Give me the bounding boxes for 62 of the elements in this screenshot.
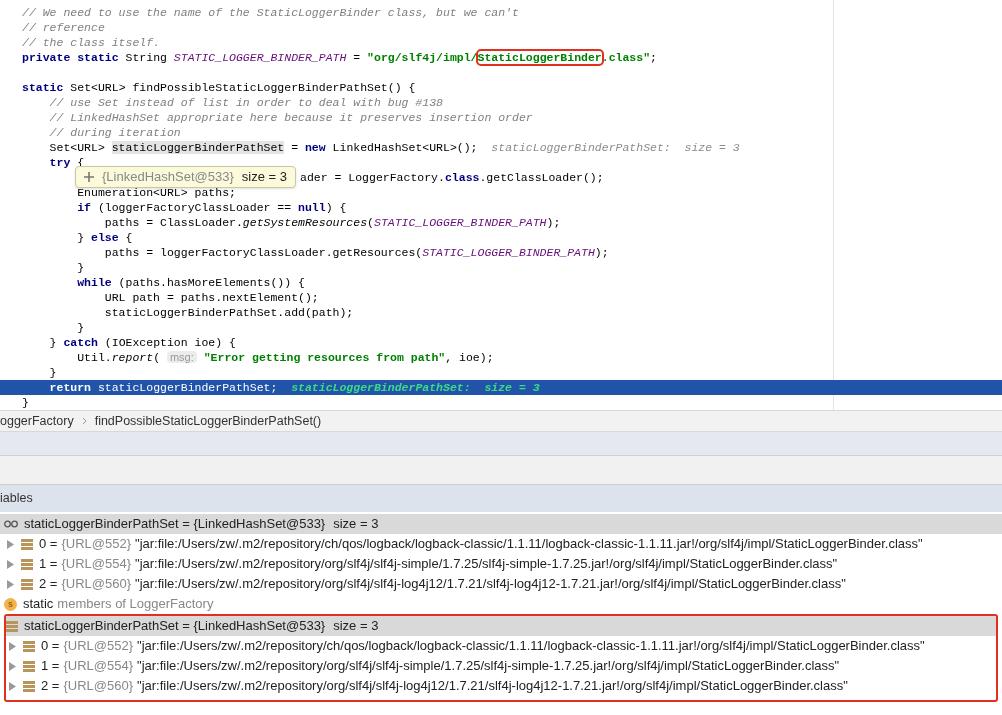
- variable-label: 1 = {URL@554} "jar:file:/Users/zw/.m2/repository/org/slf4j/slf4j-simple/1.7.25/slf4j-simple-1.7.25.jar!/org/slf4j/impl/StaticLoggerBinder.class": [39, 555, 838, 574]
- tree-row[interactable]: 1 = {URL@554} "jar:file:/Users/zw/.m2/repository/org/slf4j/slf4j-simple/1.7.25/slf4j-simple-1.7.25.jar!/org/slf4j/impl/StaticLoggerBinder.class": [6, 656, 996, 676]
- list-icon: [23, 640, 35, 652]
- code-line: paths = ClassLoader.getSystemResources(STATIC_LOGGER_BINDER_PATH);: [103, 215, 562, 230]
- chevron-icon: [81, 417, 87, 425]
- code-line: }: [48, 365, 58, 380]
- code-line: } catch (IOException ioe) {: [48, 335, 237, 350]
- static-icon: s: [4, 597, 17, 611]
- variable-label: 2 = {URL@560} "jar:file:/Users/zw/.m2/repository/org/slf4j/slf4j-log4j12/1.7.21/slf4j-log4j12-1.7.21.jar!/org/slf4j/impl/StaticLoggerBinder.class": [41, 677, 848, 696]
- list-icon: [23, 680, 35, 692]
- code-line: while (paths.hasMoreElements()) {: [76, 275, 306, 290]
- variable-label: staticLoggerBinderPathSet = {LinkedHashSet@533} size = 3: [24, 515, 379, 534]
- expand-arrow-icon[interactable]: [8, 681, 17, 691]
- code-line: // LinkedHashSet appropriate here because it preserves insertion order: [48, 110, 534, 125]
- tooltip-text: {LinkedHashSet@533} size = 3: [102, 168, 287, 187]
- code-line: staticLoggerBinderPathSet.add(path);: [103, 305, 355, 320]
- list-icon: [21, 538, 33, 550]
- code-line: // the class itself.: [21, 35, 162, 50]
- code-line: } else {: [76, 230, 134, 245]
- tree-row[interactable]: 0 = {URL@552} "jar:file:/Users/zw/.m2/repository/ch/qos/logback/logback-classic/1.1.11/logback-classic-1.1.11.jar!/org/slf4j/impl/StaticLoggerBinder.class": [0, 534, 1002, 554]
- code-line: // reference: [21, 20, 106, 35]
- code-line: static Set<URL> findPossibleStaticLoggerBinderPathSet() {: [21, 80, 417, 95]
- expand-arrow-icon[interactable]: [8, 661, 17, 671]
- list-icon: [21, 578, 33, 590]
- plus-icon[interactable]: [84, 172, 94, 182]
- code-line: // use Set instead of list in order to deal with bug #138: [48, 95, 444, 110]
- code-line: Set<URL> staticLoggerBinderPathSet = new LinkedHashSet<URL>(); staticLoggerBinderPathSet: size = 3: [48, 140, 741, 155]
- variable-label: staticLoggerBinderPathSet = {LinkedHashSet@533} size = 3: [24, 617, 379, 636]
- code-line: // during iteration: [48, 125, 182, 140]
- variable-label: 0 = {URL@552} "jar:file:/Users/zw/.m2/repository/ch/qos/logback/logback-classic/1.1.11/logback-classic-1.1.11.jar!/org/slf4j/impl/StaticLoggerBinder.class": [41, 637, 925, 656]
- expand-arrow-icon[interactable]: [6, 539, 15, 549]
- variable-label: 1 = {URL@554} "jar:file:/Users/zw/.m2/repository/org/slf4j/slf4j-simple/1.7.25/slf4j-simple-1.7.25.jar!/org/slf4j/impl/StaticLoggerBinder.class": [41, 657, 840, 676]
- variable-label: 0 = {URL@552} "jar:file:/Users/zw/.m2/repository/ch/qos/logback/logback-classic/1.1.11/logback-classic-1.1.11.jar!/org/slf4j/impl/StaticLoggerBinder.class": [39, 535, 923, 554]
- variable-label: static members of LoggerFactory: [23, 595, 214, 614]
- code-line: }: [76, 260, 86, 275]
- variable-label: 2 = {URL@560} "jar:file:/Users/zw/.m2/repository/org/slf4j/slf4j-log4j12/1.7.21/slf4j-log4j12-1.7.21.jar!/org/slf4j/impl/StaticLoggerBinder.class": [39, 575, 846, 594]
- tree-row[interactable]: 2 = {URL@560} "jar:file:/Users/zw/.m2/repository/org/slf4j/slf4j-log4j12/1.7.21/slf4j-log4j12-1.7.21.jar!/org/slf4j/impl/StaticLoggerBinder.class": [0, 574, 1002, 594]
- code-line: }: [21, 395, 30, 410]
- list-icon: [6, 620, 18, 632]
- code-line: Enumeration<URL> paths;: [76, 185, 237, 200]
- code-line: // We need to use the name of the StaticLoggerBinder class, but we can't: [21, 5, 520, 20]
- code-line: URL path = paths.nextElement();: [103, 290, 320, 305]
- code-line: ader = LoggerFactory.class.getClassLoader();: [300, 170, 605, 185]
- list-icon: [21, 558, 33, 570]
- tree-row[interactable]: 2 = {URL@560} "jar:file:/Users/zw/.m2/repository/org/slf4j/slf4j-log4j12/1.7.21/slf4j-log4j12-1.7.21.jar!/org/slf4j/impl/StaticLoggerBinder.class": [6, 676, 996, 696]
- glasses-icon: [4, 520, 18, 528]
- tree-row[interactable]: 0 = {URL@552} "jar:file:/Users/zw/.m2/repository/ch/qos/logback/logback-classic/1.1.11/logback-classic-1.1.11.jar!/org/slf4j/impl/StaticLoggerBinder.class": [6, 636, 996, 656]
- tree-row[interactable]: s static members of LoggerFactory: [0, 594, 1002, 614]
- code-line: }: [76, 320, 86, 335]
- expand-arrow-icon[interactable]: [6, 579, 15, 589]
- code-line: Util.report( msg: "Error getting resources from path", ioe);: [76, 350, 495, 365]
- expand-arrow-icon[interactable]: [6, 559, 15, 569]
- tree-row[interactable]: 1 = {URL@554} "jar:file:/Users/zw/.m2/repository/org/slf4j/slf4j-simple/1.7.25/slf4j-simple-1.7.25.jar!/org/slf4j/impl/StaticLoggerBinder.class": [0, 554, 1002, 574]
- list-icon: [23, 660, 35, 672]
- breadcrumb-item[interactable]: findPossibleStaticLoggerBinderPathSet(): [94, 411, 322, 431]
- expand-arrow-icon[interactable]: [8, 641, 17, 651]
- code-line: if (loggerFactoryClassLoader == null) {: [76, 200, 348, 215]
- panel-title: iables: [0, 490, 33, 508]
- tree-row[interactable]: staticLoggerBinderPathSet = {LinkedHashSet@533} size = 3: [6, 616, 996, 636]
- tree-row[interactable]: staticLoggerBinderPathSet = {LinkedHashSet@533} size = 3: [0, 514, 1002, 534]
- breadcrumb-item[interactable]: oggerFactory: [0, 411, 74, 431]
- code-line: paths = loggerFactoryClassLoader.getResources(STATIC_LOGGER_BINDER_PATH);: [103, 245, 610, 260]
